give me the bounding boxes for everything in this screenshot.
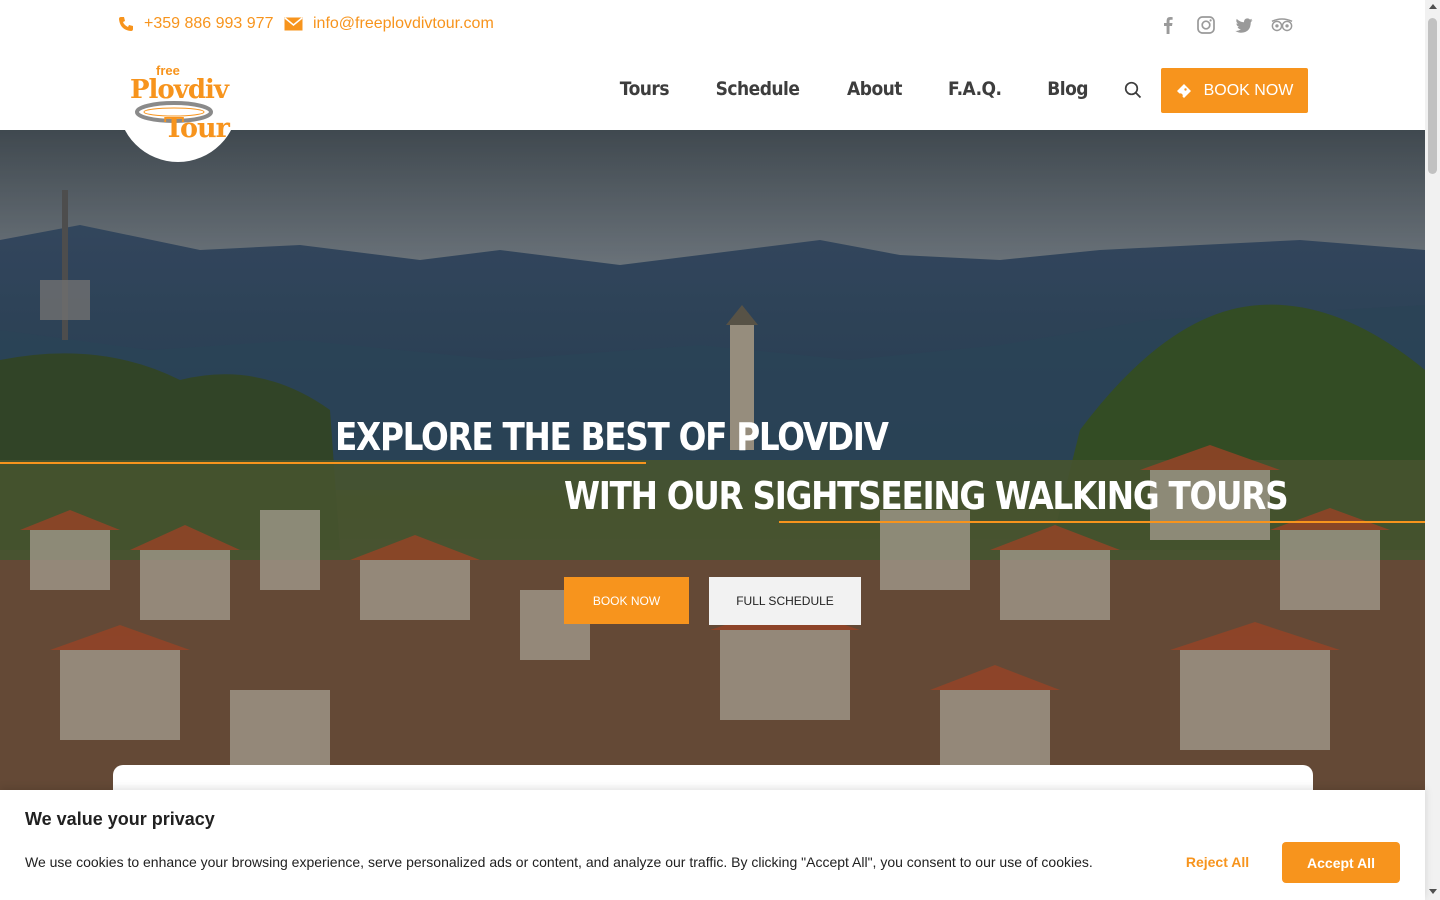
phone-number[interactable]: +359 886 993 977 <box>144 15 273 33</box>
nav-about[interactable]: About <box>847 78 902 100</box>
site-header: free Plovdiv Tour Tours Schedule About F… <box>0 50 1425 162</box>
twitter-icon[interactable] <box>1233 14 1255 36</box>
tripadvisor-icon[interactable] <box>1271 14 1293 36</box>
site-logo[interactable]: free Plovdiv Tour <box>118 54 238 162</box>
instagram-icon[interactable] <box>1195 14 1217 36</box>
scroll-thumb[interactable] <box>1428 18 1437 174</box>
top-bar: +359 886 993 977 info@freeplovdivtour.co… <box>0 0 1425 50</box>
nav-tours[interactable]: Tours <box>619 78 669 100</box>
email-address[interactable]: info@freeplovdivtour.com <box>313 15 494 33</box>
cookie-text: We use cookies to enhance your browsing … <box>25 854 1093 870</box>
hero-title-line-1: EXPLORE THE BEST OF PLOVDIV <box>335 415 889 459</box>
hero-title-line-2: WITH OUR SIGHTSEEING WALKING TOURS <box>564 474 1289 518</box>
scroll-up-arrow-icon[interactable] <box>1429 4 1437 9</box>
title-underline-1 <box>0 462 646 464</box>
cookie-title: We value your privacy <box>25 809 215 829</box>
cookie-banner: We value your privacy We use cookies to … <box>0 790 1425 900</box>
ticket-icon <box>1176 83 1191 98</box>
phone-icon <box>119 17 133 31</box>
header-book-now-label: BOOK NOW <box>1203 81 1294 99</box>
main-nav: Tours Schedule About F.A.Q. Blog <box>617 78 1090 100</box>
nav-blog[interactable]: Blog <box>1047 78 1088 100</box>
email-contact[interactable]: info@freeplovdivtour.com <box>284 15 494 33</box>
facebook-icon[interactable] <box>1157 14 1179 36</box>
logo-tour-text: Tour <box>164 113 230 144</box>
page: +359 886 993 977 info@freeplovdivtour.co… <box>0 0 1440 900</box>
social-links <box>1157 14 1293 36</box>
hero-full-schedule-button[interactable]: FULL SCHEDULE <box>709 577 861 625</box>
accept-all-button[interactable]: Accept All <box>1282 842 1400 883</box>
hero-book-now-button[interactable]: BOOK NOW <box>564 577 689 624</box>
title-underline-2 <box>779 521 1425 523</box>
header-book-now-button[interactable]: BOOK NOW <box>1161 68 1308 113</box>
logo-mark: free Plovdiv Tour <box>130 63 230 153</box>
mail-icon <box>284 17 303 31</box>
nav-schedule[interactable]: Schedule <box>716 78 800 100</box>
nav-faq[interactable]: F.A.Q. <box>948 78 1002 100</box>
scroll-down-arrow-icon[interactable] <box>1429 889 1437 894</box>
page-scrollbar[interactable] <box>1425 0 1440 900</box>
search-icon[interactable] <box>1124 81 1142 104</box>
reject-all-button[interactable]: Reject All <box>1170 842 1265 882</box>
hero-section: EXPLORE THE BEST OF PLOVDIV WITH OUR SIG… <box>0 130 1425 900</box>
phone-contact[interactable]: +359 886 993 977 <box>118 15 273 33</box>
